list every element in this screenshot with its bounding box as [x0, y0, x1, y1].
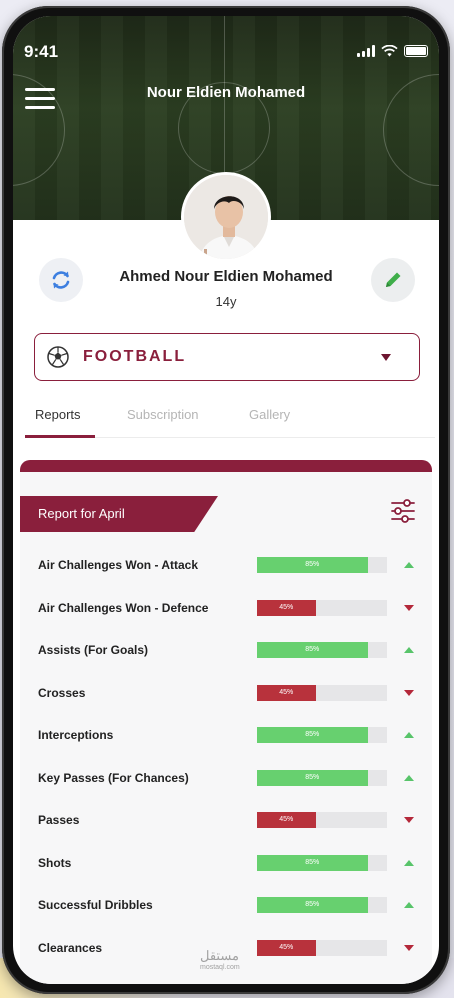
stat-row[interactable]: Air Challenges Won - Attack 85% [20, 550, 432, 593]
stat-label: Passes [38, 813, 80, 827]
stat-progress-bar: 45% [257, 684, 387, 701]
status-bar: 9:41 [24, 42, 428, 62]
trend-down-icon [404, 604, 414, 611]
stat-label: Successful Dribbles [38, 898, 153, 912]
stat-label: Assists (For Goals) [38, 643, 149, 657]
stat-progress-bar: 85% [257, 897, 387, 913]
report-panel: Report for April Air Challenges Won - At… [20, 460, 432, 984]
edit-button[interactable] [371, 258, 415, 302]
stat-label: Shots [38, 855, 72, 870]
signal-icon [357, 45, 375, 57]
trend-up-icon [404, 562, 414, 568]
filter-icon[interactable] [390, 498, 416, 524]
stat-progress-bar: 85% [257, 642, 387, 658]
football-icon [47, 346, 69, 368]
stat-progress-bar: 85% [257, 769, 387, 786]
watermark: مستقل mostaql.com [200, 948, 240, 971]
trend-down-icon [404, 689, 414, 696]
stat-progress-bar: 45% [257, 812, 387, 828]
stat-row[interactable]: Crosses 45% [20, 678, 432, 721]
stat-progress-bar: 85% [257, 557, 387, 573]
battery-icon [404, 45, 428, 57]
stat-progress-bar: 45% [257, 939, 387, 956]
tab-gallery[interactable]: Gallery [249, 407, 290, 422]
chevron-down-icon [381, 354, 391, 361]
trend-down-icon [404, 817, 414, 823]
stat-row[interactable]: Successful Dribbles 85% [20, 890, 432, 933]
stat-label: Interceptions [38, 728, 114, 742]
player-age: 14y [215, 294, 237, 309]
stat-row[interactable]: Passes 45% [20, 805, 432, 848]
status-icons [357, 45, 428, 57]
report-panel-top-border [20, 460, 432, 472]
stat-progress-fill: 85% [257, 854, 368, 871]
report-title: Report for April [20, 496, 218, 532]
sport-select[interactable]: FOOTBALL [34, 333, 420, 381]
stat-progress-fill: 45% [257, 939, 316, 956]
stat-label: Key Passes (For Chances) [38, 770, 189, 785]
stat-progress-bar: 45% [257, 599, 387, 616]
stat-progress-bar: 85% [257, 854, 387, 871]
stat-progress-fill: 85% [257, 557, 368, 573]
edit-icon [386, 272, 401, 287]
stat-progress-fill: 85% [257, 642, 368, 658]
stat-row[interactable]: Key Passes (For Chances) 85% [20, 763, 432, 806]
stat-progress-fill: 85% [257, 897, 368, 913]
stat-row[interactable]: Assists (For Goals) 85% [20, 635, 432, 678]
phone-frame: 9:41 Nour Eldien Mohamed Ahmed Nour Eldi… [2, 6, 450, 994]
stat-row[interactable]: Shots 85% [20, 848, 432, 891]
stat-progress-fill: 45% [257, 812, 316, 828]
avatar [181, 172, 271, 262]
status-time: 9:41 [24, 42, 59, 61]
stat-progress-fill: 85% [257, 727, 368, 743]
trend-down-icon [404, 944, 414, 951]
app-screen: 9:41 Nour Eldien Mohamed Ahmed Nour Eldi… [13, 16, 439, 984]
tab-bar: Reports Subscription Gallery [25, 402, 435, 438]
stat-label: Crosses [38, 685, 86, 700]
stat-label: Air Challenges Won - Attack [38, 558, 199, 572]
stat-row[interactable]: Air Challenges Won - Defence 45% [20, 593, 432, 636]
stat-progress-fill: 45% [257, 599, 316, 616]
trend-up-icon [404, 859, 414, 866]
wifi-icon [381, 45, 398, 57]
stat-progress-fill: 85% [257, 769, 368, 786]
tab-active-indicator [25, 435, 95, 438]
trend-up-icon [404, 774, 414, 781]
sport-select-value: FOOTBALL [83, 348, 187, 365]
stat-label: Air Challenges Won - Defence [38, 600, 209, 615]
stat-progress-bar: 85% [257, 727, 387, 743]
stat-progress-fill: 45% [257, 684, 316, 701]
trend-up-icon [404, 647, 414, 653]
stat-label: Clearances [38, 940, 103, 955]
stats-list: Air Challenges Won - Attack 85% Air Challe… [20, 550, 432, 975]
trend-up-icon [404, 732, 414, 738]
tab-reports[interactable]: Reports [35, 407, 81, 422]
trend-up-icon [404, 902, 414, 908]
stat-row[interactable]: Interceptions 85% [20, 720, 432, 763]
tab-subscription[interactable]: Subscription [127, 407, 199, 422]
header-title: Nour Eldien Mohamed [146, 84, 306, 101]
